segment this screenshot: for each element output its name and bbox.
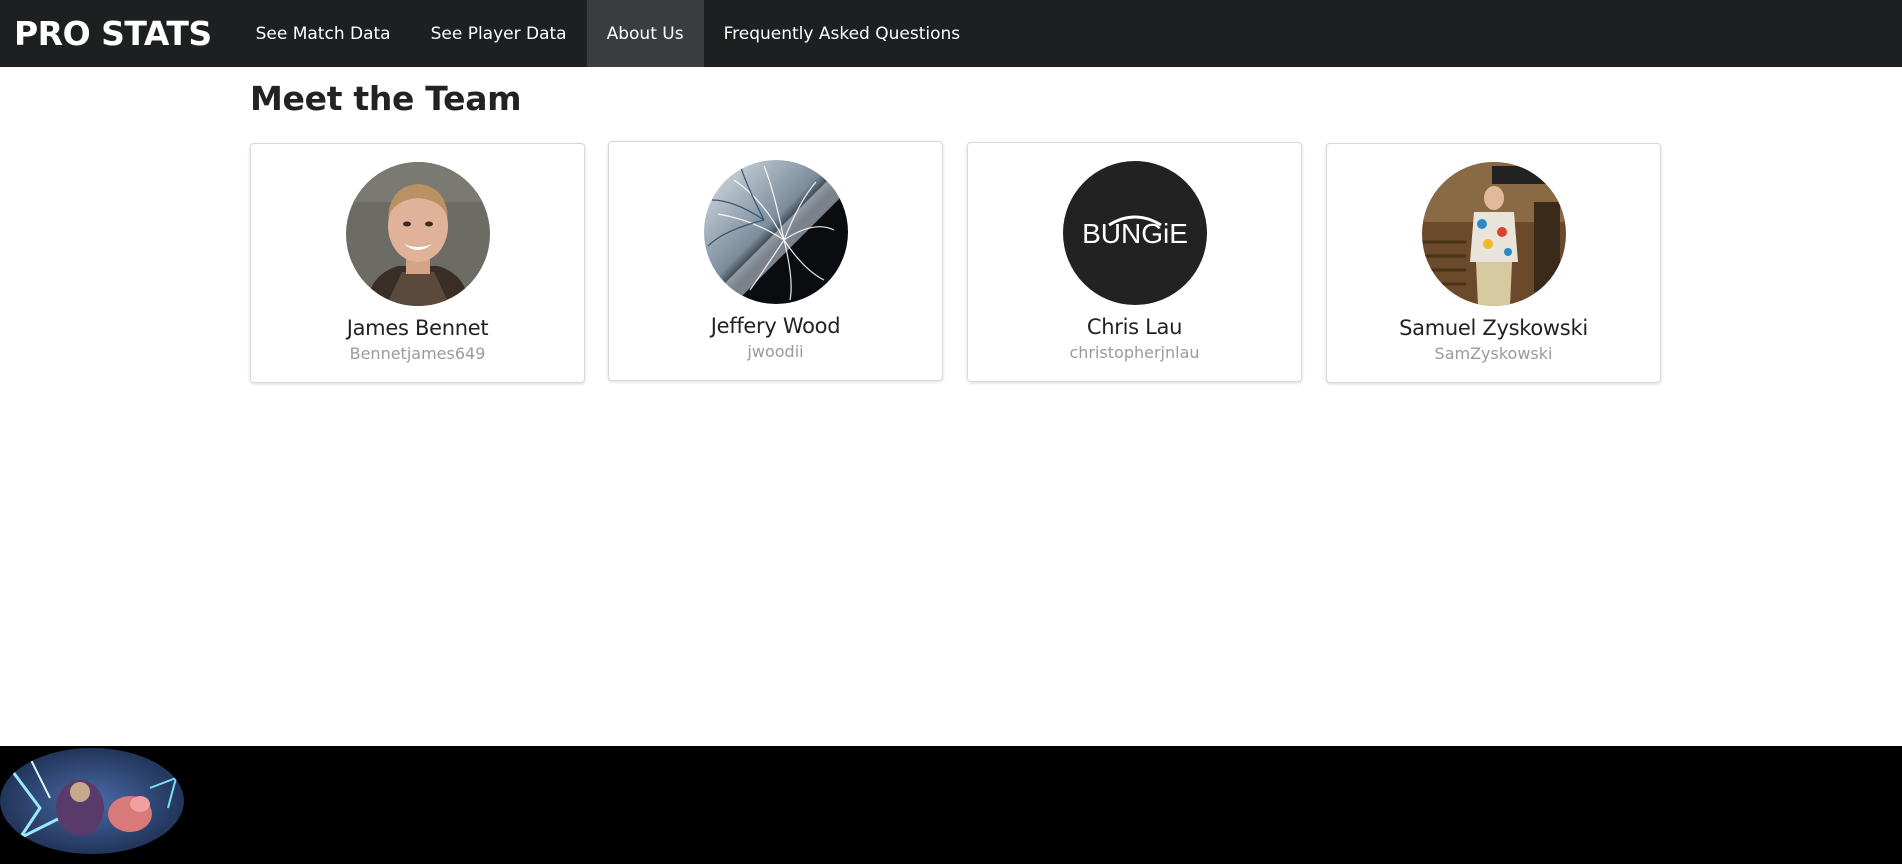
nav-link-faq[interactable]: Frequently Asked Questions (704, 0, 981, 67)
member-handle: jwoodii (747, 342, 804, 361)
nav-link-match-data[interactable]: See Match Data (236, 0, 411, 67)
member-name: James Bennet (346, 316, 489, 340)
person-photo-station-icon (1421, 162, 1566, 306)
member-name: Samuel Zyskowski (1399, 316, 1588, 340)
person-photo-icon (345, 162, 490, 306)
footer (0, 746, 1902, 864)
member-handle: Bennetjames649 (349, 344, 486, 363)
abstract-feather-art-icon (703, 160, 848, 304)
top-navbar: PRO STATS See Match Data See Player Data… (0, 0, 1902, 67)
team-member-card[interactable]: Samuel Zyskowski SamZyskowski (1326, 143, 1661, 383)
footer-game-art-image (0, 748, 184, 854)
avatar (703, 160, 848, 304)
avatar (345, 162, 490, 306)
nav-link-about-us[interactable]: About Us (586, 0, 704, 67)
member-name: Chris Lau (1086, 315, 1183, 339)
nav-link-player-data[interactable]: See Player Data (411, 0, 587, 67)
member-handle: SamZyskowski (1434, 344, 1553, 363)
page-title: Meet the Team (250, 79, 522, 118)
team-cards: James Bennet Bennetjames649 Jeffery Wood… (250, 141, 1662, 391)
avatar (1421, 162, 1566, 306)
team-member-card[interactable]: James Bennet Bennetjames649 (250, 143, 585, 383)
team-member-card[interactable]: Jeffery Wood jwoodii (608, 141, 943, 381)
avatar: BUNGiE (1062, 161, 1207, 305)
member-handle: christopherjnlau (1069, 343, 1200, 362)
bungie-logo-icon: BUNGiE (1062, 161, 1207, 305)
brand-logo-link[interactable]: PRO STATS (0, 0, 236, 67)
game-art-icon (0, 748, 184, 854)
team-member-card[interactable]: BUNGiE Chris Lau christopherjnlau (967, 142, 1302, 382)
member-name: Jeffery Wood (710, 314, 841, 338)
bungie-logo-text: BUNGiE (1082, 218, 1188, 249)
main-content: Meet the Team James Bennet Bennetjames64… (250, 67, 1662, 383)
